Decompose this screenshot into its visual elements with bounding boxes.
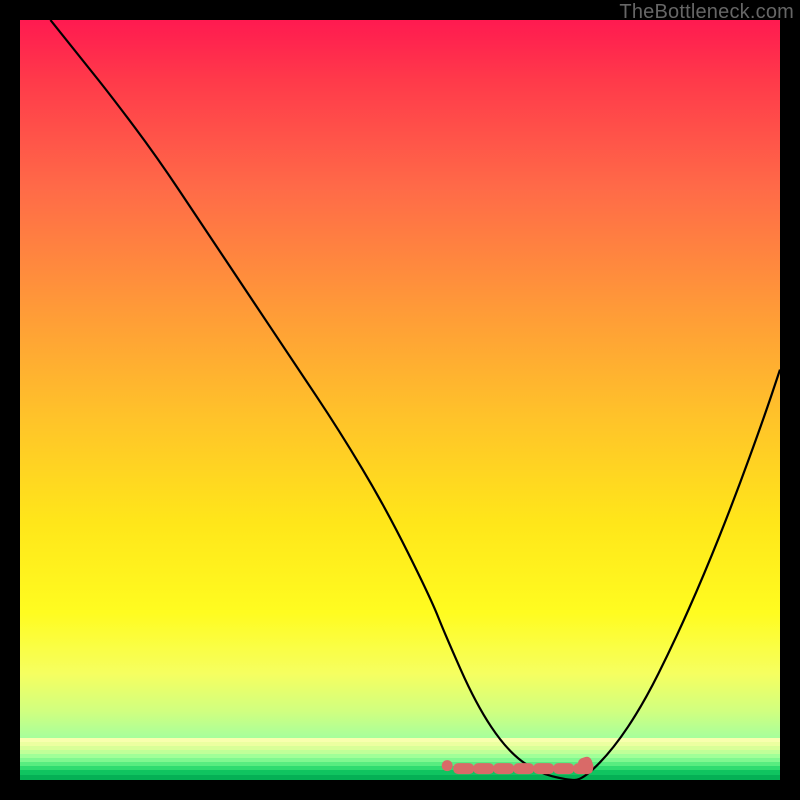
chart-overlay-svg	[20, 20, 780, 780]
plot-area	[20, 20, 780, 780]
optimal-bar-segment	[453, 763, 474, 774]
optimal-bar-segment	[473, 763, 494, 774]
optimal-bar-segment	[533, 763, 554, 774]
optimal-start-dot-icon	[442, 760, 453, 771]
optimal-bar-segment	[513, 763, 534, 774]
chart-frame	[20, 20, 780, 780]
bottleneck-curve	[50, 20, 780, 780]
optimal-bar-segment	[493, 763, 514, 774]
attribution-text: TheBottleneck.com	[619, 1, 794, 24]
optimal-bar-segment	[553, 763, 574, 774]
